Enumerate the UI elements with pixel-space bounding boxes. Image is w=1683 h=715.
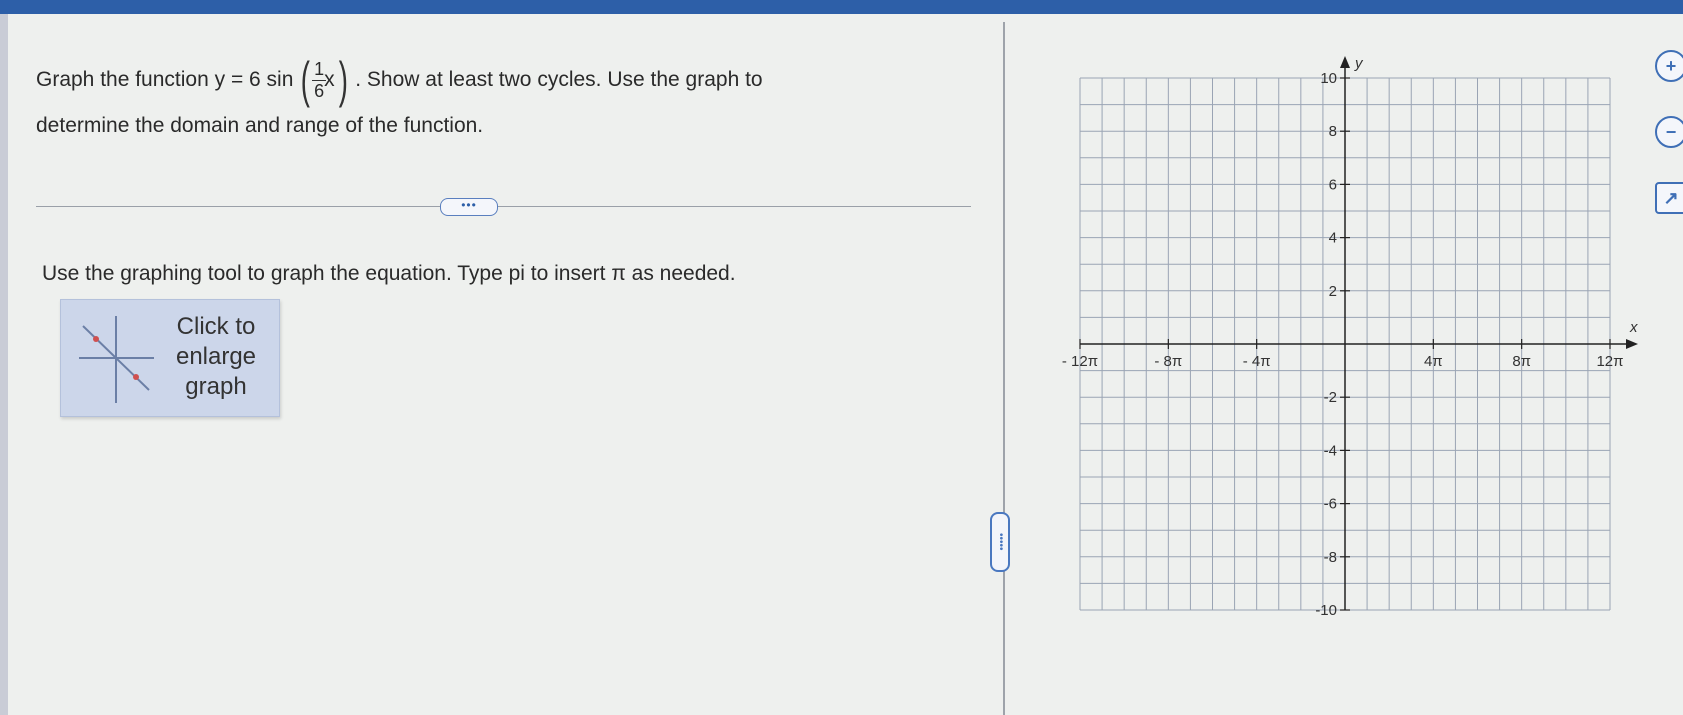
y-tick-label: 2 xyxy=(1329,283,1337,300)
y-axis-label: y xyxy=(1354,55,1364,72)
section-separator xyxy=(36,206,971,207)
question-line-1: Graph the function y = 6 sin ( 1 6 x ) .… xyxy=(36,50,956,110)
y-tick-label: -2 xyxy=(1324,389,1337,406)
graph-thumbnail-icon xyxy=(79,316,154,403)
question-pane: Graph the function y = 6 sin ( 1 6 x ) .… xyxy=(8,14,1003,715)
x-tick-label: 12π xyxy=(1596,353,1623,370)
enlarge-graph-button[interactable]: Click to enlarge graph xyxy=(60,299,280,417)
zoom-in-icon[interactable]: + xyxy=(1655,50,1683,82)
y-tick-label: -8 xyxy=(1324,549,1337,566)
function-variable: x xyxy=(324,67,335,91)
x-tick-label: 4π xyxy=(1424,353,1443,370)
question-line-2: determine the domain and range of the fu… xyxy=(36,114,484,137)
zoom-out-icon[interactable]: − xyxy=(1655,116,1683,148)
left-paren: ( xyxy=(301,52,311,108)
question-text: Graph the function y = 6 sin ( 1 6 x ) .… xyxy=(36,50,956,138)
y-tick-label: 6 xyxy=(1329,176,1337,193)
enlarge-graph-label: Click to enlarge graph xyxy=(161,312,271,402)
coordinate-graph[interactable]: x y - 12π - 8π - 4π 4π 8π 12π 10 8 6 4 2 -2 -4 -6 -8 -10 xyxy=(1050,40,1640,620)
enlarge-label-line-1: Click to xyxy=(176,313,256,340)
pane-divider xyxy=(1003,22,1005,715)
y-tick-label: -4 xyxy=(1324,442,1337,459)
expand-more-button[interactable]: ••• xyxy=(440,198,498,216)
y-tick-label: 8 xyxy=(1329,123,1337,140)
y-tick-label: -10 xyxy=(1315,602,1337,619)
y-tick-label: 10 xyxy=(1320,70,1337,87)
fraction-denominator: 6 xyxy=(314,80,325,101)
enlarge-label-line-3: graph xyxy=(185,373,247,400)
pane-resize-handle[interactable]: ••••• xyxy=(990,512,1010,572)
y-tick-label: 4 xyxy=(1329,230,1337,247)
open-in-new-window-icon[interactable]: ↗ xyxy=(1655,182,1683,214)
x-axis-arrow xyxy=(1626,339,1638,349)
right-paren: ) xyxy=(338,52,348,108)
left-edge xyxy=(0,14,8,715)
x-axis-label: x xyxy=(1629,319,1638,336)
x-tick-label: - 4π xyxy=(1243,353,1271,370)
instruction-text: Use the graphing tool to graph the equat… xyxy=(42,262,736,285)
function-argument: ( 1 6 x ) xyxy=(297,55,351,105)
x-tick-label: 8π xyxy=(1512,353,1531,370)
question-suffix: . Show at least two cycles. Use the grap… xyxy=(355,67,763,91)
enlarge-label-line-2: enlarge xyxy=(175,343,257,370)
y-axis-arrow xyxy=(1340,56,1350,68)
question-prefix: Graph the function y = 6 sin xyxy=(36,67,294,91)
top-bar xyxy=(0,0,1683,14)
x-tick-label: - 12π xyxy=(1062,353,1098,370)
x-tick-label: - 8π xyxy=(1154,353,1182,370)
y-tick-label: -6 xyxy=(1324,496,1337,513)
